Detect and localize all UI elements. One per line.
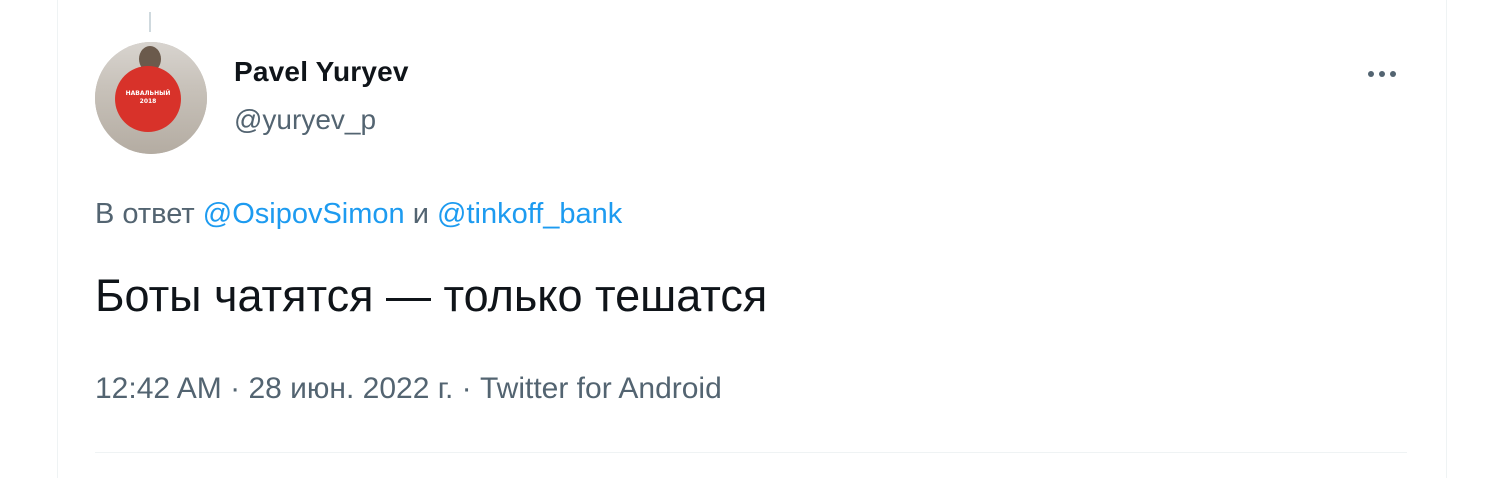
tweet-text: Боты чатятся — только тешатся [95,270,768,321]
meta-separator: · [221,372,249,405]
tweet-metadata: 12:42 AM · 28 июн. 2022 г. · Twitter for… [95,372,722,406]
more-options-button[interactable] [1362,56,1402,92]
tweet-date[interactable]: 28 июн. 2022 г. [248,372,453,405]
mention-link-tinkoff-bank[interactable]: @tinkoff_bank [437,198,622,230]
reply-joiner: и [404,198,437,230]
tweet-source[interactable]: Twitter for Android [480,372,722,405]
reply-context: В ответ @OsipovSimon и @tinkoff_bank [95,198,622,231]
thread-connector-line [149,12,151,32]
more-horizontal-icon-dot [1379,71,1385,77]
more-horizontal-icon [1368,71,1374,77]
author-name[interactable]: Pavel Yuryev [234,56,409,88]
author-handle[interactable]: @yuryev_p [234,104,376,136]
avatar[interactable]: НАВАЛЬНЫЙ 2018 [95,42,207,154]
meta-separator: · [453,372,480,405]
reply-prefix: В ответ [95,198,203,230]
avatar-poster-text: НАВАЛЬНЫЙ 2018 [125,90,171,105]
tweet-time[interactable]: 12:42 AM [95,372,222,405]
more-horizontal-icon-dot [1390,71,1396,77]
mention-link-osipovsimon[interactable]: @OsipovSimon [203,198,405,230]
divider [95,452,1407,453]
